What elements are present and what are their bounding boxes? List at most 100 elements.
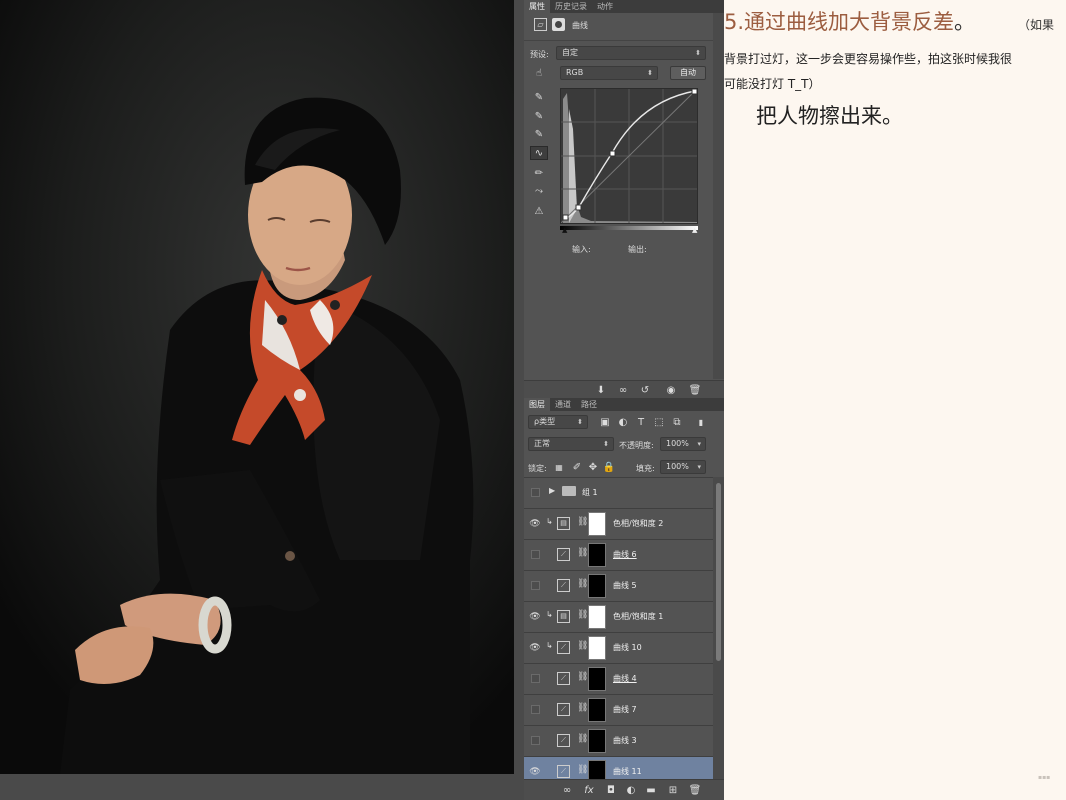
tab-actions[interactable]: 动作 [592, 0, 618, 13]
eye-icon[interactable]: 👁 [529, 518, 541, 530]
tab-channels[interactable]: 通道 [550, 398, 576, 411]
layer-mask-thumbnail[interactable] [588, 636, 606, 660]
lock-image-icon[interactable]: ✐ [570, 460, 584, 474]
layer-mask-thumbnail[interactable] [588, 605, 606, 629]
black-point-slider-icon[interactable]: ▲ [562, 226, 567, 234]
layer-row[interactable]: 👁 ↳ ⟋ ⛓ 曲线 10 [524, 633, 713, 664]
mask-link-icon[interactable]: ⛓ [577, 703, 588, 713]
layer-mask-thumbnail[interactable] [588, 574, 606, 598]
expand-arrow-icon[interactable]: ▶ [549, 486, 555, 495]
layer-row[interactable]: ⟋ ⛓ 曲线 3 [524, 726, 713, 757]
eye-icon[interactable]: 👁 [529, 642, 541, 654]
clip-to-layer-icon[interactable]: ⬇ [594, 383, 608, 397]
view-previous-icon[interactable]: ∞ [616, 383, 630, 397]
tab-paths[interactable]: 路径 [576, 398, 602, 411]
blend-mode-dropdown[interactable]: 正常 ⬍ [528, 437, 614, 451]
mask-link-icon[interactable]: ⛓ [577, 517, 588, 527]
hand-target-icon[interactable]: ☝ [532, 66, 546, 80]
mask-link-icon[interactable]: ⛓ [577, 579, 588, 589]
layers-scrollbar[interactable] [713, 477, 724, 779]
filter-adjustment-icon[interactable]: ◐ [616, 415, 630, 429]
lock-all-icon[interactable]: 🔒 [602, 460, 616, 474]
add-mask-icon[interactable]: ◘ [604, 783, 618, 797]
visibility-toggle[interactable] [531, 581, 540, 590]
filter-toggle-icon[interactable]: ▮ [694, 415, 708, 429]
photo-canvas[interactable] [0, 0, 514, 774]
filter-shape-icon[interactable]: ⬚ [652, 415, 666, 429]
layer-row[interactable]: ⟋ ⛓ 曲线 6 [524, 540, 713, 571]
layer-row[interactable]: ⟋ ⛓ 曲线 5 [524, 571, 713, 602]
eyedropper-black-icon[interactable]: ✎ [532, 90, 546, 104]
layer-name[interactable]: 色相/饱和度 2 [613, 518, 663, 529]
layer-mask-thumbnail[interactable] [588, 512, 606, 536]
layer-row[interactable]: ⟋ ⛓ 曲线 4 [524, 664, 713, 695]
fill-input[interactable]: 100% ▾ [660, 460, 706, 474]
eyedropper-white-icon[interactable]: ✎ [532, 127, 546, 141]
mask-link-icon[interactable]: ⛓ [577, 610, 588, 620]
properties-scrollbar[interactable] [713, 13, 724, 379]
tab-properties[interactable]: 属性 [524, 0, 550, 13]
layer-row[interactable]: 👁 ↳ ▤ ⛓ 色相/饱和度 2 [524, 509, 713, 540]
curves-graph[interactable] [560, 88, 698, 224]
clipping-warning-icon[interactable]: ⚠ [532, 204, 546, 218]
eyedropper-gray-icon[interactable]: ✎ [532, 109, 546, 123]
layer-name[interactable]: 曲线 4 [613, 673, 637, 684]
mask-icon[interactable] [552, 18, 565, 31]
preset-dropdown[interactable]: 自定 ⬍ [556, 46, 706, 60]
layer-name[interactable]: 曲线 11 [613, 766, 642, 777]
layer-name[interactable]: 曲线 10 [613, 642, 642, 653]
filter-pixel-icon[interactable]: ▣ [598, 415, 612, 429]
opacity-input[interactable]: 100% ▾ [660, 437, 706, 451]
visibility-toggle[interactable] [531, 736, 540, 745]
visibility-toggle[interactable] [531, 550, 540, 559]
clipping-arrow-icon: ↳ [546, 610, 553, 619]
layer-name[interactable]: 曲线 3 [613, 735, 637, 746]
visibility-toggle[interactable] [531, 705, 540, 714]
mask-link-icon[interactable]: ⛓ [577, 765, 588, 775]
curve-points-tool-icon[interactable]: ∿ [530, 146, 548, 160]
filter-type-dropdown[interactable]: ρ类型 ⬍ [528, 415, 588, 429]
smooth-curve-icon[interactable]: ⤳ [532, 184, 546, 198]
layer-name[interactable]: 曲线 6 [613, 549, 637, 560]
mask-link-icon[interactable]: ⛓ [577, 641, 588, 651]
filter-smart-icon[interactable]: ⧉ [670, 415, 684, 429]
new-group-icon[interactable]: ▬ [644, 783, 658, 797]
mask-link-icon[interactable]: ⛓ [577, 548, 588, 558]
filter-type-icon[interactable]: T [634, 415, 648, 429]
visibility-icon[interactable]: ◉ [664, 383, 678, 397]
tab-layers[interactable]: 图层 [524, 398, 550, 411]
layer-mask-thumbnail[interactable] [588, 667, 606, 691]
layer-row[interactable]: 👁 ⟋ ⛓ 曲线 11 [524, 757, 713, 779]
scrollbar-thumb[interactable] [716, 483, 721, 661]
white-point-slider-icon[interactable]: ▲ [692, 226, 697, 234]
layer-mask-thumbnail[interactable] [588, 729, 606, 753]
lock-transparent-icon[interactable]: ▦ [552, 460, 566, 474]
new-adjustment-icon[interactable]: ◐ [624, 783, 638, 797]
auto-button[interactable]: 自动 [670, 66, 706, 80]
layer-style-icon[interactable]: fx [582, 783, 596, 797]
visibility-toggle[interactable] [531, 488, 540, 497]
trash-icon[interactable]: 🗑 [688, 383, 702, 397]
pencil-tool-icon[interactable]: ✏ [532, 166, 546, 180]
delete-layer-icon[interactable]: 🗑 [688, 783, 702, 797]
reset-icon[interactable]: ↺ [638, 383, 652, 397]
layer-mask-thumbnail[interactable] [588, 698, 606, 722]
layer-name[interactable]: 色相/饱和度 1 [613, 611, 663, 622]
new-layer-icon[interactable]: ⊞ [666, 783, 680, 797]
mask-link-icon[interactable]: ⛓ [577, 672, 588, 682]
layer-name[interactable]: 曲线 7 [613, 704, 637, 715]
layer-group-row[interactable]: ▶ 组 1 [524, 478, 713, 509]
tab-history[interactable]: 历史记录 [550, 0, 592, 13]
eye-icon[interactable]: 👁 [529, 766, 541, 778]
link-layers-icon[interactable]: ∞ [560, 783, 574, 797]
layer-mask-thumbnail[interactable] [588, 543, 606, 567]
channel-dropdown[interactable]: RGB ⬍ [560, 66, 658, 80]
layer-name[interactable]: 曲线 5 [613, 580, 637, 591]
layer-row[interactable]: 👁 ↳ ▤ ⛓ 色相/饱和度 1 [524, 602, 713, 633]
lock-position-icon[interactable]: ✥ [586, 460, 600, 474]
eye-icon[interactable]: 👁 [529, 611, 541, 623]
visibility-toggle[interactable] [531, 674, 540, 683]
layer-mask-thumbnail[interactable] [588, 760, 606, 779]
mask-link-icon[interactable]: ⛓ [577, 734, 588, 744]
layer-row[interactable]: ⟋ ⛓ 曲线 7 [524, 695, 713, 726]
